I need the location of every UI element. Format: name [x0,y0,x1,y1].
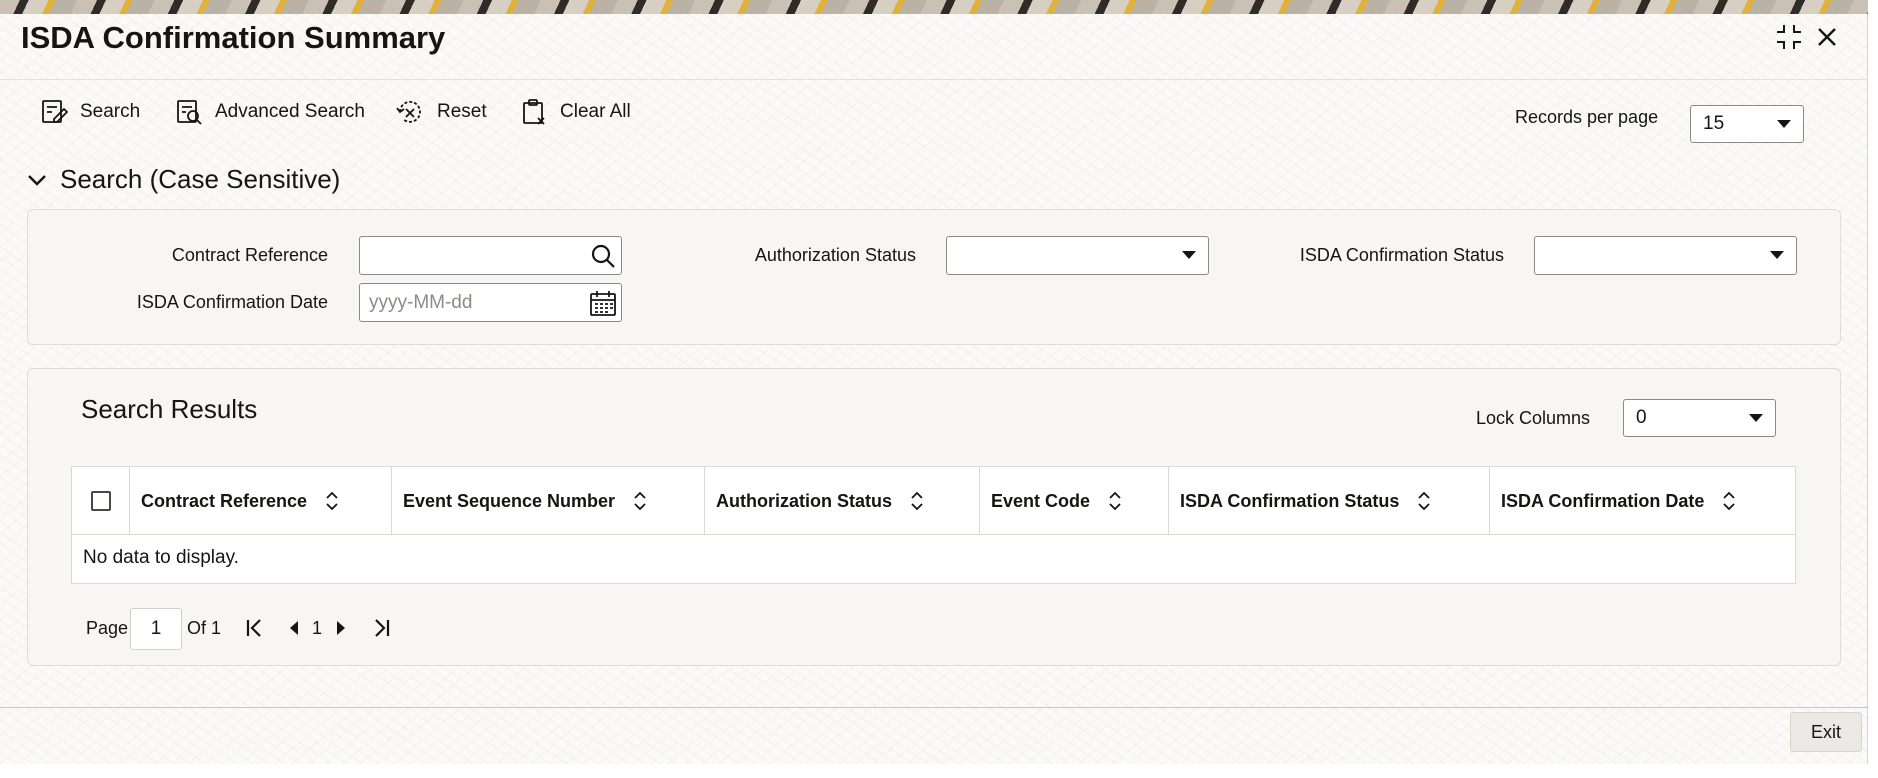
isda-confirmation-status-label: ISDA Confirmation Status [1299,245,1504,265]
chevron-down-icon [1777,120,1791,128]
page-number: 1 [312,617,323,638]
column-header-label: Contract Reference [141,490,308,511]
page-title: ISDA Confirmation Summary [21,20,446,55]
isda-confirmation-date-input[interactable]: yyyy-MM-dd [359,283,622,322]
results-table: Contract Reference Event Sequence Number… [71,466,1796,584]
select-all-checkbox[interactable] [90,491,111,511]
search-icon[interactable] [587,240,619,272]
reset-icon [396,100,421,123]
previous-page-icon[interactable] [287,608,301,648]
select-all-cell [72,467,130,535]
column-header-isda-confirmation-date[interactable]: ISDA Confirmation Date [1490,467,1795,535]
column-header-label: Event Code [991,490,1091,511]
sort-icon[interactable] [910,491,924,511]
advanced-search-button-label: Advanced Search [215,101,365,122]
chevron-down-icon [1770,251,1784,259]
page-label: Page [86,617,129,638]
reset-button-label: Reset [437,101,487,122]
sort-icon[interactable] [325,491,339,511]
search-section-header[interactable]: Search (Case Sensitive) [26,164,340,195]
isda-confirmation-date-label: ISDA Confirmation Date [136,292,328,312]
chevron-down-icon [1182,251,1196,259]
search-button-label: Search [80,101,141,122]
calendar-icon[interactable] [587,287,619,319]
column-header-label: ISDA Confirmation Date [1501,490,1705,511]
chevron-down-icon [1749,414,1763,422]
reset-button[interactable]: Reset [395,96,487,128]
column-header-label: ISDA Confirmation Status [1180,490,1400,511]
page-count-label: Of 1 [187,617,222,638]
first-page-icon[interactable] [244,608,266,648]
isda-confirmation-status-select[interactable] [1534,236,1797,275]
column-header-event-code[interactable]: Event Code [980,467,1169,535]
exit-button[interactable]: Exit [1790,712,1862,752]
lock-columns-select[interactable]: 0 [1623,399,1776,437]
clear-all-icon [523,99,545,125]
collapse-icon[interactable] [1774,22,1804,52]
search-button[interactable]: Search [40,96,140,128]
sort-icon[interactable] [1108,491,1122,511]
clear-all-button-label: Clear All [560,101,631,122]
clear-all-button[interactable]: Clear All [520,96,631,128]
last-page-icon[interactable] [370,608,392,648]
title-divider [0,79,1868,80]
column-header-contract-reference[interactable]: Contract Reference [130,467,392,535]
no-data-message: No data to display. [83,547,239,568]
column-header-label: Event Sequence Number [403,490,616,511]
sort-icon[interactable] [1722,491,1736,511]
lock-columns-value: 0 [1636,407,1647,428]
records-per-page-value: 15 [1703,113,1725,134]
search-icon [42,100,68,123]
chevron-down-icon [28,174,46,186]
contract-reference-label: Contract Reference [171,245,328,265]
authorization-status-select[interactable] [946,236,1209,275]
contract-reference-input[interactable] [359,236,622,275]
advanced-search-icon [177,100,202,125]
records-per-page-label: Records per page [1515,107,1659,127]
search-results-title: Search Results [81,394,258,424]
advanced-search-button[interactable]: Advanced Search [175,96,365,128]
close-icon[interactable] [1812,22,1842,52]
current-page-value: 1 [150,618,162,639]
column-header-label: Authorization Status [716,490,892,511]
header-banner [0,0,1868,14]
lock-columns-label: Lock Columns [1476,408,1591,428]
column-header-event-sequence-number[interactable]: Event Sequence Number [392,467,705,535]
search-criteria-panel [27,209,1841,345]
authorization-status-label: Authorization Status [754,245,916,265]
search-section-title: Search (Case Sensitive) [60,164,341,194]
column-header-isda-confirmation-status[interactable]: ISDA Confirmation Status [1169,467,1490,535]
column-header-authorization-status[interactable]: Authorization Status [705,467,980,535]
sort-icon[interactable] [1417,491,1431,511]
footer-divider [0,707,1868,708]
table-header: Contract Reference Event Sequence Number… [72,467,1795,535]
records-per-page-select[interactable]: 15 [1690,105,1804,143]
current-page-input[interactable]: 1 [130,608,182,650]
next-page-icon[interactable] [334,608,348,648]
sort-icon[interactable] [633,491,647,511]
isda-confirmation-date-placeholder: yyyy-MM-dd [369,291,473,313]
